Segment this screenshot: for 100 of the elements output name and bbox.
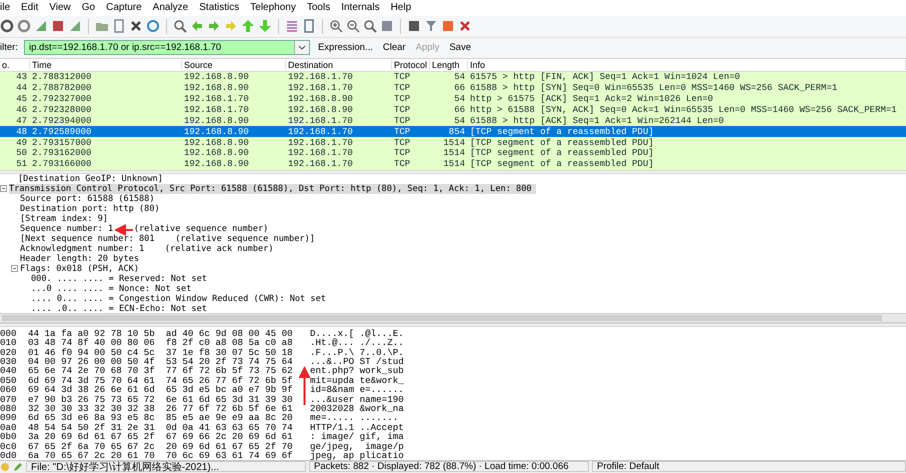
up-arrow-icon[interactable] bbox=[241, 19, 255, 34]
menu-item[interactable]: View bbox=[49, 2, 71, 14]
detail-line[interactable]: [Next sequence number: 801 (relative sequence number)] bbox=[20, 234, 319, 244]
table-cell-text: 192.168.1.70 bbox=[183, 94, 250, 104]
byte-offset: 080 bbox=[0, 404, 18, 414]
zoom-out-icon[interactable] bbox=[346, 19, 360, 34]
detail-line[interactable]: Flags: 0x018 (PSH, ACK) bbox=[20, 264, 143, 274]
packet-row[interactable]: 44 2.788782000 192.168.8.90 192.168.1.70 TCP 66 61588 > http [SYN] Seq=0 Win=65535 Len=0 MSS=1460 WS=256 SACK_PERM=1 bbox=[0, 82, 906, 94]
packet-row[interactable]: 47 2.792394000 192.168.8.90 192.168.1.70 TCP 54 61588 > http [ACK] Seq=1 Ack=1 Win=262144 Len=0 bbox=[0, 115, 906, 126]
hex-bytes: 6d 69 74 3d 75 70 64 61 74 65 26 77 6f 72 6b 5f bbox=[28, 376, 294, 386]
column-header[interactable]: o. bbox=[0, 60, 30, 70]
hex-bytes: 32 30 30 33 32 30 32 38 26 77 6f 72 6b 5f 6e 61 bbox=[28, 404, 294, 414]
arrow-annotation bbox=[298, 366, 310, 405]
detail-line[interactable]: Acknowledgment number: 1 (relative ack number) bbox=[20, 244, 278, 254]
record-icon[interactable] bbox=[0, 19, 14, 34]
packet-row[interactable]: 49 2.793157000 192.168.8.90 192.168.1.70 TCP 1514 [TCP segment of a reassembled PDU] bbox=[0, 137, 906, 148]
filter-label: ilter: bbox=[0, 42, 18, 54]
record-icon[interactable] bbox=[17, 19, 31, 34]
detail-line[interactable]: ...0 .... .... = Nonce: Not set bbox=[31, 284, 196, 294]
filter-field[interactable]: ip.dst==192.168.1.70 or ip.src==192.168.1.70 bbox=[24, 40, 310, 56]
packet-row[interactable]: 45 2.792327000 192.168.1.70 192.168.8.90 TCP 54 http > 61575 [ACK] Seq=1 Ack=2 Win=1026 Len=0 bbox=[0, 93, 906, 104]
column-header[interactable]: Length bbox=[430, 60, 468, 70]
square-icon[interactable] bbox=[51, 19, 65, 34]
left-arrow-icon[interactable] bbox=[190, 19, 204, 34]
column-header[interactable]: Destination bbox=[286, 60, 392, 70]
byte-offset: 0c0 bbox=[0, 442, 18, 451]
pencil-icon[interactable] bbox=[13, 462, 23, 472]
ascii-text: .Ht.@... ./...Z.. bbox=[310, 338, 404, 348]
detail-line[interactable]: Sequence number: 1 (relative sequence number) bbox=[20, 224, 272, 234]
filter-action-button[interactable]: Save bbox=[447, 42, 473, 54]
horizontal-scrollbar[interactable] bbox=[0, 312, 906, 323]
collapse-icon[interactable] bbox=[0, 185, 7, 192]
table-cell-text: TCP bbox=[393, 116, 412, 126]
detail-line[interactable]: .... 0... .... = Congestion Window Reduced (CWR): Not set bbox=[31, 294, 330, 304]
byte-offset: 070 bbox=[0, 394, 18, 404]
list-icon[interactable] bbox=[285, 19, 299, 34]
table-cell-text: 2.793162000 bbox=[31, 148, 92, 158]
table-cell-text: 192.168.8.90 bbox=[287, 104, 354, 115]
packet-row[interactable]: 48 2.792589000 192.168.8.90 192.168.1.70 TCP 854 [TCP segment of a reassembled PDU] bbox=[0, 126, 906, 138]
profile-status[interactable]: Profile: Default bbox=[592, 461, 906, 472]
packets-status: Packets: 882 · Displayed: 782 (88.7%) · Load time: 0:00.066 bbox=[309, 461, 589, 472]
menu-item[interactable]: Internals bbox=[341, 2, 380, 14]
detail-line[interactable]: Header length: 20 bytes bbox=[20, 254, 143, 264]
ascii-text: D....x.[ .@l...E. bbox=[310, 328, 404, 338]
packet-row[interactable]: 50 2.793162000 192.168.8.90 192.168.1.70 TCP 1514 [TCP segment of a reassembled PDU] bbox=[0, 148, 906, 159]
dropdown-caret-icon[interactable] bbox=[294, 41, 309, 54]
detail-line[interactable]: [Destination GeoIP: Unknown] bbox=[18, 174, 167, 184]
table-cell-text: [TCP segment of a reassembled PDU] bbox=[469, 148, 655, 158]
ascii-text: HTTP/1.1 ..Accept bbox=[310, 422, 404, 432]
column-header[interactable]: Source bbox=[182, 60, 286, 70]
zoom-icon[interactable] bbox=[363, 19, 377, 34]
table-cell-text: [TCP segment of a reassembled PDU] bbox=[469, 138, 655, 148]
table-cell-text: 192.168.8.90 bbox=[183, 138, 250, 148]
zoom-in-icon[interactable] bbox=[329, 19, 343, 34]
detail-line[interactable]: 000. .... .... = Reserved: Not set bbox=[31, 274, 211, 284]
table-cell-text: TCP bbox=[393, 138, 412, 148]
column-header[interactable]: Info bbox=[468, 60, 906, 70]
menu-item[interactable]: Help bbox=[390, 2, 412, 14]
column-header[interactable]: Protocol bbox=[392, 60, 430, 70]
packet-row[interactable]: 46 2.792328000 192.168.1.70 192.168.8.90 TCP 66 http > 61588 [SYN, ACK] Seq=0 Ack=1 Win=65535 Len=0 MSS=1460 WS=256 SACK_PERM=1 bbox=[0, 104, 906, 116]
search-icon[interactable] bbox=[173, 19, 187, 34]
column-header[interactable]: Time bbox=[30, 60, 182, 70]
ascii-text: ...&user name=190 bbox=[310, 394, 404, 404]
table-cell-text: 47 bbox=[15, 116, 28, 126]
menu-item[interactable]: Edit bbox=[21, 2, 38, 14]
document-icon[interactable] bbox=[302, 19, 316, 34]
menu-item[interactable]: Tools bbox=[306, 2, 330, 14]
detail-line[interactable]: [Stream index: 9] bbox=[20, 214, 112, 224]
detail-line[interactable]: .... .0.. .... = ECN-Echo: Not set bbox=[31, 304, 211, 313]
table-cell-text: 61575 > http [FIN, ACK] Seq=1 Ack=1 Win=1024 Len=0 bbox=[469, 72, 742, 82]
detail-line[interactable]: Source port: 61588 (61588) bbox=[20, 194, 159, 204]
ascii-text: ge/jpeg, image/p bbox=[310, 442, 404, 451]
table-cell-text: TCP bbox=[393, 72, 412, 82]
table-cell-text: 192.168.1.70 bbox=[287, 82, 354, 93]
packet-row[interactable]: 51 2.793166000 192.168.8.90 192.168.1.70 TCP 1514 [TCP segment of a reassembled PDU] bbox=[0, 158, 906, 170]
menu-item[interactable]: Capture bbox=[106, 2, 142, 14]
close-icon[interactable] bbox=[458, 19, 472, 34]
square-icon[interactable] bbox=[441, 19, 455, 34]
menu-item[interactable]: Telephony bbox=[250, 2, 296, 14]
menu-item[interactable]: Go bbox=[82, 2, 96, 14]
table-cell-text: 2.792327000 bbox=[31, 94, 92, 104]
byte-offset: 0b0 bbox=[0, 432, 18, 442]
ascii-text: ...&..PO ST /stud bbox=[310, 357, 404, 366]
menu-item[interactable]: Statistics bbox=[199, 2, 240, 14]
filter-action-button[interactable]: Clear bbox=[380, 42, 408, 54]
down-arrow-icon[interactable] bbox=[258, 19, 272, 34]
detail-line[interactable]: Destination port: http (80) bbox=[20, 204, 164, 214]
table-cell-text: 192.168.8.90 bbox=[183, 82, 250, 93]
collapse-icon[interactable] bbox=[11, 265, 18, 272]
menu-item[interactable]: Analyze bbox=[152, 2, 188, 14]
square-icon[interactable] bbox=[380, 19, 394, 34]
menu-item[interactable]: ile bbox=[0, 2, 10, 14]
close-icon[interactable] bbox=[129, 19, 143, 34]
square-icon[interactable] bbox=[407, 19, 421, 34]
table-cell-text: TCP bbox=[393, 159, 412, 170]
table-cell-text: [TCP segment of a reassembled PDU] bbox=[469, 126, 655, 137]
filter-icon[interactable] bbox=[424, 19, 438, 34]
packet-row[interactable]: 43 2.788312000 192.168.8.90 192.168.1.70 TCP 54 61575 > http [FIN, ACK] Seq=1 Ack=1 Win=1024 Len=0 bbox=[0, 72, 906, 82]
filter-action-button[interactable]: Expression... bbox=[316, 42, 375, 54]
right-arrow-icon[interactable] bbox=[207, 19, 221, 34]
